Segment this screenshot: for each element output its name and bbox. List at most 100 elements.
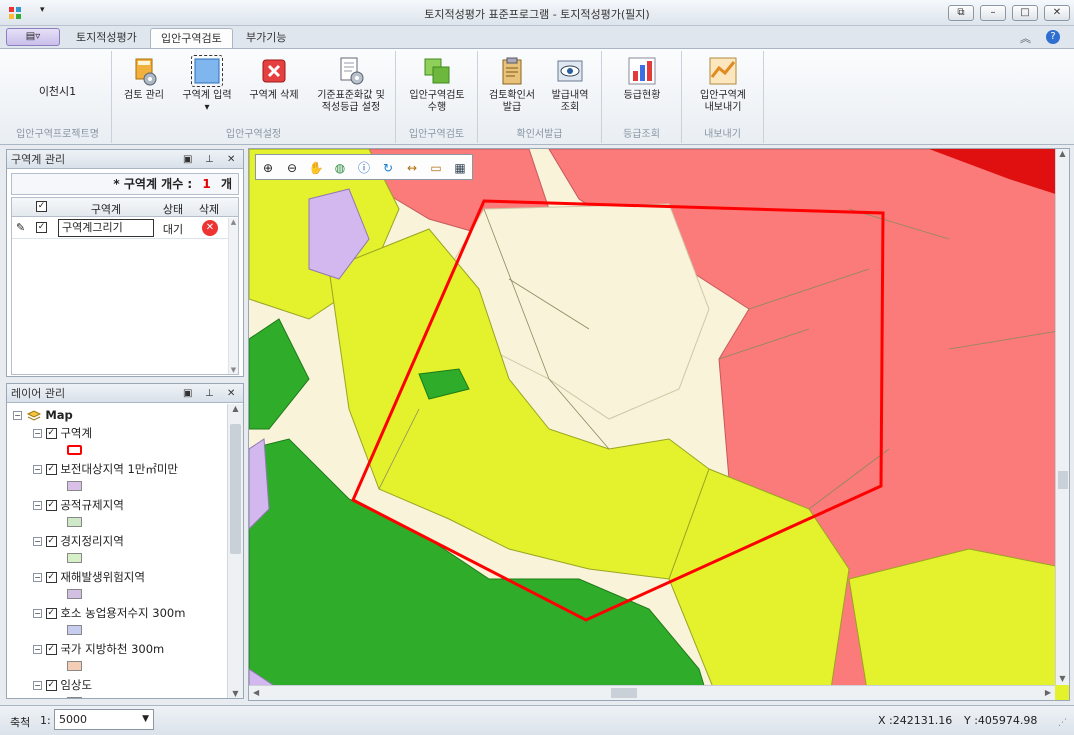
run-review-icon [421,55,453,87]
table-row[interactable]: ✎ ✓ 구역계그리기 대기 ✕ [12,218,228,239]
refresh-icon[interactable]: ↻ [378,158,398,178]
tab-zone-review[interactable]: 입안구역검토 [150,28,233,48]
layer-legend-swatch [67,517,82,527]
panel-float-icon[interactable]: ▣ [183,384,192,403]
view-history-icon [554,55,586,87]
cert-history-button[interactable]: 발급내역 조회 [542,55,598,114]
layer-item[interactable]: − ✓ 재해발생위험지역 [33,568,145,586]
row-delete-icon[interactable]: ✕ [202,220,218,236]
layer-item[interactable]: − ✓ 호소 농업용저수지 300m [33,604,185,622]
tab-land-suitability[interactable]: 토지적성평가 [66,28,147,48]
layer-item[interactable]: − ✓ 보전대상지역 1만㎡미만 [33,460,178,478]
collapse-icon[interactable]: − [33,501,42,510]
zone-input-dropdown-icon[interactable]: ▾ [174,102,240,114]
layer-checkbox[interactable]: ✓ [45,464,57,475]
map-layers-icon [26,409,41,421]
layer-checkbox[interactable]: ✓ [45,428,57,439]
minimize-button[interactable]: – [980,5,1006,21]
layer-item[interactable]: − ✓ 경지정리지역 [33,532,124,550]
review-manage-icon [128,55,160,87]
ribbon-group-review: 입안구역검토 수행 입안구역검토 [396,51,478,143]
maximize-button[interactable]: □ [1012,5,1038,21]
panel-close-icon[interactable]: ✕ [227,150,235,169]
layer-checkbox[interactable]: ✓ [45,644,57,655]
review-manage-button[interactable]: 검토 관리 [114,55,174,102]
panel-close-icon[interactable]: ✕ [227,384,235,403]
map-view[interactable]: ⊕ ⊖ ✋ ◍ ⓘ ↻ ↔ ▭ ▦ ▲ ▼ ◀ ▶ [248,148,1070,701]
layer-item[interactable]: − ✓ 국가 지방하천 300m [33,640,164,658]
collapse-icon[interactable]: − [33,573,42,582]
zone-grid-scrollbar[interactable]: ▲ ▼ [228,218,238,374]
layer-checkbox[interactable]: ✓ [45,608,57,619]
collapse-icon[interactable]: − [33,429,42,438]
ribbon-group-export: 입안구역계 내보내기 내보내기 [682,51,764,143]
restore-layout-button[interactable]: ⧉ [948,5,974,21]
standard-setting-button[interactable]: 기준표준화값 및 적성등급 설정 [308,55,394,114]
layer-root[interactable]: − Map [13,406,73,424]
layer-checkbox[interactable]: ✓ [45,680,57,691]
map-vscroll-thumb[interactable] [1058,471,1068,489]
globe-icon[interactable]: ◍ [330,158,350,178]
pan-hand-icon[interactable]: ✋ [306,158,326,178]
ribbon-group-cert: 검토확인서 발급 발급내역 조회 확인서발급 [478,51,602,143]
scale-select[interactable]: 5000 ▼ [54,709,154,730]
map-hscroll-thumb[interactable] [611,688,637,698]
layer-item[interactable]: − ✓ 공적규제지역 [33,496,124,514]
resize-grip-icon[interactable]: ⋰ [1058,718,1067,728]
group-label-grade: 등급조회 [623,129,660,140]
collapse-icon[interactable]: − [33,465,42,474]
close-button[interactable]: ✕ [1044,5,1070,21]
help-icon[interactable]: ? [1046,30,1060,44]
zone-input-button[interactable]: 구역계 입력 ▾ [174,55,240,114]
layer-scroll-thumb[interactable] [230,424,241,554]
coord-x: X :242131.16 [878,714,953,727]
cert-issue-button[interactable]: 검토확인서 발급 [482,55,542,114]
zone-input-icon [191,55,223,87]
panel-pin-icon[interactable]: ⊥ [205,384,214,403]
measure-area-icon[interactable]: ▭ [426,158,446,178]
title-bar: ▾ 토지적성평가 표준프로그램 - 토지적성평가(필지) ⧉ – □ ✕ [0,0,1074,26]
layer-root-label: Map [45,408,73,422]
standard-setting-icon [335,55,367,87]
map-horizontal-scrollbar[interactable]: ◀ ▶ [249,685,1055,700]
grade-status-button[interactable]: 등급현황 [608,55,676,102]
zone-delete-button[interactable]: 구역계 삭제 [240,55,308,102]
collapse-icon[interactable]: − [33,609,42,618]
zone-count-unit: 개 [220,177,232,191]
app-menu-button[interactable]: ▤▿ [6,28,60,46]
layer-checkbox[interactable]: ✓ [45,536,57,547]
map-canvas[interactable] [249,149,1070,701]
layer-label: 국가 지방하천 300m [60,642,165,656]
select-all-checkbox[interactable]: ✓ [36,201,47,212]
layer-label: 구역계 [60,426,93,440]
export-chart-icon [707,55,739,87]
collapse-icon[interactable]: − [33,537,42,546]
zone-name-input[interactable]: 구역계그리기 [58,219,154,237]
tab-extra-functions[interactable]: 부가기능 [236,28,296,48]
layer-checkbox[interactable]: ✓ [45,572,57,583]
collapse-icon[interactable]: − [33,645,42,654]
export-zone-button[interactable]: 입안구역계 내보내기 [688,55,758,114]
zoom-out-icon[interactable]: ⊖ [282,158,302,178]
layer-scrollbar[interactable]: ▲ ▼ [227,404,243,698]
layer-item[interactable]: − ✓ 임상도 [33,676,92,694]
layer-item[interactable]: − ✓ 구역계 [33,424,92,442]
collapse-icon[interactable]: − [33,681,42,690]
panel-pin-icon[interactable]: ⊥ [205,150,214,169]
zoom-in-icon[interactable]: ⊕ [258,158,278,178]
zone-count-bar: * 구역계 개수 : 1 개 [11,173,239,195]
row-checkbox[interactable]: ✓ [36,222,47,233]
chevron-down-icon[interactable]: ▼ [142,710,149,729]
measure-distance-icon[interactable]: ↔ [402,158,422,178]
layer-view-icon[interactable]: ▦ [450,158,470,178]
collapse-icon[interactable]: − [13,411,22,420]
zone-status: 대기 [162,223,184,236]
collapse-ribbon-icon[interactable]: ︽ [1020,30,1031,46]
ribbon-group-project: 이천시1 입안구역프로젝트명 [4,51,112,143]
map-vertical-scrollbar[interactable]: ▲ ▼ [1055,149,1069,685]
run-review-button[interactable]: 입안구역검토 수행 [400,55,474,114]
panel-float-icon[interactable]: ▣ [183,150,192,169]
info-icon[interactable]: ⓘ [354,158,374,178]
layer-label: 재해발생위험지역 [60,570,145,584]
layer-checkbox[interactable]: ✓ [45,500,57,511]
